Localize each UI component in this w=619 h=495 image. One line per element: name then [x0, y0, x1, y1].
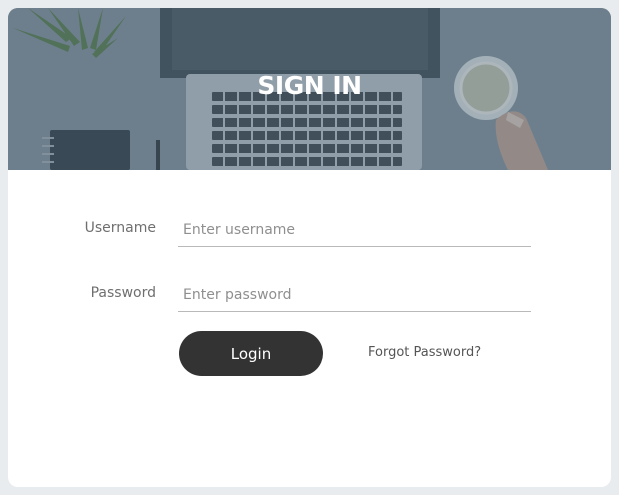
page-title: SIGN IN [257, 71, 362, 100]
login-form: Username Password Login Forgot Password? [8, 170, 611, 487]
password-label: Password [90, 285, 156, 301]
login-button[interactable]: Login [179, 331, 323, 376]
header-banner: SIGN IN [8, 8, 611, 170]
login-card: SIGN IN Username Password Login Forgot P… [8, 8, 611, 487]
username-input[interactable] [178, 213, 531, 247]
username-label: Username [84, 220, 156, 236]
password-input[interactable] [178, 278, 531, 312]
forgot-password-link[interactable]: Forgot Password? [368, 345, 481, 360]
